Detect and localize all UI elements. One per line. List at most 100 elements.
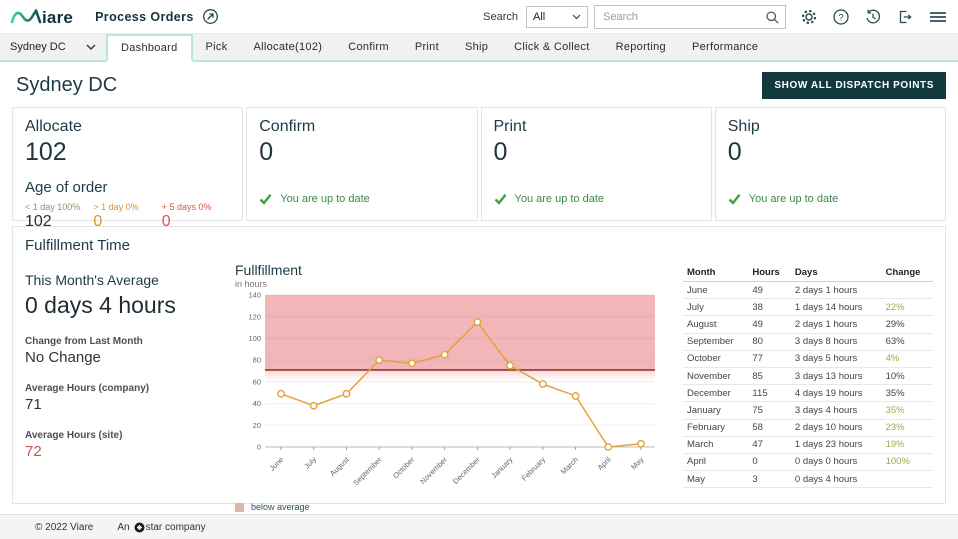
- cell-change: 19%: [881, 436, 933, 454]
- cell-month: July: [683, 298, 749, 317]
- cell-change: 35%: [881, 384, 933, 403]
- cell-month: March: [683, 436, 749, 454]
- fulfillment-stats: This Month's Average 0 days 4 hours Chan…: [25, 262, 221, 512]
- this-month-value: 0 days 4 hours: [25, 292, 176, 318]
- tab-print[interactable]: Print: [402, 34, 452, 60]
- cell-hours: 49: [748, 281, 791, 300]
- search-icon[interactable]: [765, 10, 780, 25]
- nav-tabs: Dashboard Pick Allocate(102) Confirm Print Sh…: [106, 34, 771, 62]
- tab-ship[interactable]: Ship: [452, 34, 501, 60]
- table-row-september: September 80 3 days 8 hours 63%: [683, 333, 933, 351]
- chart-subtitle: in hours: [235, 279, 268, 289]
- title-row: Sydney DC SHOW ALL DISPATCH POINTS: [0, 62, 958, 107]
- svg-text:60: 60: [253, 377, 261, 386]
- up-to-date-status: You are up to date: [728, 193, 933, 205]
- tab-allocate-102[interactable]: Allocate(102): [241, 34, 336, 60]
- card-ship: Ship 0 You are up to date: [714, 107, 946, 221]
- tab-confirm[interactable]: Confirm: [335, 34, 402, 60]
- show-all-dispatch-points-button[interactable]: SHOW ALL DISPATCH POINTS: [762, 72, 946, 99]
- tab-click-collect[interactable]: Click & Collect: [501, 34, 602, 60]
- svg-text:March: March: [559, 455, 580, 476]
- check-icon: [728, 194, 741, 205]
- search-scope-select[interactable]: All: [526, 5, 588, 28]
- table-row-august: August 49 2 days 1 hours 29%: [683, 315, 933, 334]
- cell-days: 3 days 8 hours: [790, 333, 882, 351]
- search-scope-value: All: [533, 10, 546, 23]
- card-title: Allocate: [25, 118, 82, 135]
- company-suffix: star company: [145, 521, 206, 533]
- history-button[interactable]: [864, 6, 882, 28]
- cell-change: 22%: [881, 298, 933, 317]
- card-title: Confirm: [259, 118, 316, 135]
- cell-days: 3 days 13 hours: [790, 367, 882, 386]
- age-bucket-label: > 1 day 0%: [93, 202, 139, 212]
- svg-text:100: 100: [248, 334, 261, 343]
- compass-icon[interactable]: [202, 8, 219, 25]
- legend-label: below average: [251, 502, 310, 512]
- chart-title: Fullfillment: [235, 262, 302, 278]
- card-title: Ship: [727, 118, 760, 135]
- tab-performance[interactable]: Performance: [679, 34, 771, 60]
- site-selector[interactable]: Sydney DC: [0, 34, 106, 60]
- card-count: 0: [259, 138, 274, 166]
- top-header: iare Process Orders Search All ?: [0, 0, 958, 34]
- help-button[interactable]: ?: [832, 6, 850, 28]
- settings-button[interactable]: [800, 6, 818, 28]
- cell-month: August: [683, 315, 749, 334]
- chart-legend: below average: [235, 502, 669, 512]
- cell-month: September: [683, 333, 749, 351]
- cell-month: November: [683, 367, 749, 386]
- up-to-date-status: You are up to date: [494, 193, 699, 205]
- company-attribution: An star company: [117, 522, 205, 533]
- cell-days: 0 days 0 hours: [790, 453, 882, 472]
- cell-days: 3 days 4 hours: [790, 401, 882, 420]
- svg-text:December: December: [451, 455, 482, 486]
- export-arrow-icon: [899, 10, 912, 23]
- cell-month: February: [683, 419, 749, 437]
- age-of-order-title: Age of order: [25, 179, 108, 196]
- fulfillment-table: Month Hours Days Change June 49 2 days 1 hour…: [683, 264, 933, 489]
- cell-change: [881, 470, 933, 489]
- table-row-february: February 58 2 days 10 hours 23%: [683, 419, 933, 437]
- cell-change: 10%: [881, 367, 933, 386]
- table-row-november: November 85 3 days 13 hours 10%: [683, 367, 933, 386]
- card-print: Print 0 You are up to date: [480, 107, 712, 221]
- cell-days: 3 days 5 hours: [790, 350, 882, 368]
- age-bucket-label: < 1 day 100%: [25, 202, 81, 212]
- company-average-value: 71: [25, 396, 42, 413]
- svg-text:November: November: [418, 455, 449, 486]
- question-circle-icon: ?: [833, 8, 849, 25]
- fulfillment-line-chart: 0 20 40 60 80 100 120 140 June July August Septembe…: [248, 291, 655, 488]
- change-label: Change from Last Month: [25, 336, 143, 347]
- search-input[interactable]: [594, 4, 786, 29]
- cell-month: January: [683, 401, 749, 420]
- search-box: [594, 4, 786, 29]
- fulfillment-section-title: Fulfillment Time: [25, 237, 131, 254]
- estar-logo-icon: [134, 522, 145, 532]
- fulfillment-panel: Fulfillment Time This Month's Average 0 …: [12, 226, 946, 512]
- viare-logo[interactable]: iare: [10, 7, 73, 26]
- export-button[interactable]: [896, 6, 914, 28]
- cell-days: 0 days 4 hours: [790, 470, 882, 489]
- card-allocate: Allocate 102 Age of order < 1 day 100% 102 > …: [12, 107, 244, 230]
- menu-button[interactable]: [928, 6, 948, 28]
- column-header-days: Days: [790, 264, 882, 282]
- site-selector-value: Sydney DC: [10, 41, 66, 53]
- page-title: Sydney DC: [16, 74, 118, 96]
- table-row-march: March 47 1 days 23 hours 19%: [683, 436, 933, 454]
- cell-hours: 47: [748, 436, 791, 454]
- svg-text:September: September: [351, 455, 384, 488]
- svg-text:80: 80: [253, 356, 261, 365]
- cell-change: 23%: [881, 419, 933, 437]
- tab-dashboard[interactable]: Dashboard: [106, 34, 193, 62]
- cell-change: [881, 281, 933, 300]
- status-text: You are up to date: [748, 193, 839, 205]
- cell-days: 1 days 23 hours: [790, 436, 882, 454]
- svg-text:120: 120: [248, 312, 261, 321]
- tab-pick[interactable]: Pick: [193, 34, 241, 60]
- cell-hours: 115: [748, 384, 791, 403]
- this-month-label: This Month's Average: [25, 272, 159, 288]
- cell-change: 29%: [881, 315, 933, 334]
- status-text: You are up to date: [280, 193, 370, 205]
- tab-reporting[interactable]: Reporting: [603, 34, 679, 60]
